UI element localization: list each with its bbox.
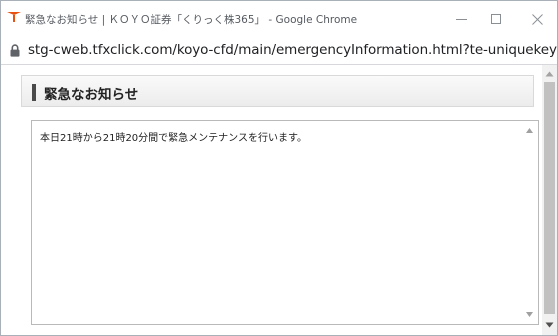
lock-icon bbox=[10, 44, 20, 57]
header-marker bbox=[32, 84, 36, 101]
scroll-up-icon[interactable] bbox=[545, 71, 554, 77]
minimize-icon bbox=[455, 18, 467, 20]
notice-message: 本日21時から21時20分間で緊急メンテナンスを行います。 bbox=[40, 133, 307, 144]
scrollbar-thumb[interactable] bbox=[544, 82, 555, 314]
notice-textarea[interactable]: 本日21時から21時20分間で緊急メンテナンスを行います。 bbox=[31, 120, 539, 325]
scroll-down-icon[interactable] bbox=[545, 322, 554, 328]
textarea-scroll-up-icon[interactable] bbox=[525, 127, 534, 134]
textarea-scroll-down-icon[interactable] bbox=[525, 311, 534, 318]
section-header: 緊急なお知らせ bbox=[21, 75, 534, 107]
koyo-logo-icon bbox=[7, 12, 21, 22]
minimize-button[interactable] bbox=[448, 7, 474, 31]
address-bar[interactable]: stg-cweb.tfxclick.com/koyo-cfd/main/emer… bbox=[1, 36, 557, 65]
window-title: 緊急なお知らせ | ＫＯＹＯ証券「くりっく株365」 - Google Chro… bbox=[25, 14, 358, 26]
title-bar[interactable]: 緊急なお知らせ | ＫＯＹＯ証券「くりっく株365」 - Google Chro… bbox=[1, 1, 557, 36]
url-text[interactable]: stg-cweb.tfxclick.com/koyo-cfd/main/emer… bbox=[28, 42, 557, 58]
browser-window: 緊急なお知らせ | ＫＯＹＯ証券「くりっく株365」 - Google Chro… bbox=[0, 0, 558, 336]
maximize-icon bbox=[491, 14, 501, 24]
close-icon bbox=[531, 13, 543, 25]
close-button[interactable] bbox=[524, 7, 550, 31]
page-viewport: 緊急なお知らせ 本日21時から21時20分間で緊急メンテナンスを行います。 bbox=[1, 65, 557, 335]
maximize-button[interactable] bbox=[483, 7, 509, 31]
page-title: 緊急なお知らせ bbox=[44, 87, 139, 103]
page-scrollbar[interactable] bbox=[542, 65, 557, 335]
